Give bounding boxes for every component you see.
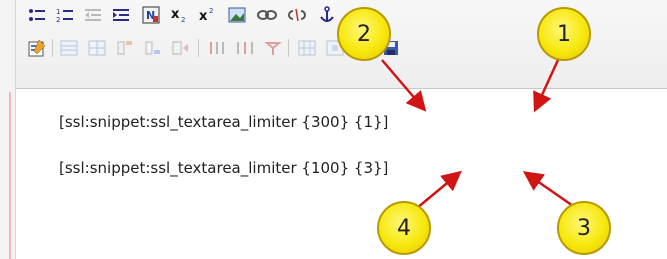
insert-col-icon[interactable] [168, 36, 194, 60]
svg-text:2: 2 [209, 7, 213, 15]
bulleted-list-icon[interactable] [24, 3, 50, 27]
svg-text:x: x [171, 7, 180, 22]
rich-text-editor: 12 N x2 x2 [ssl:snippet:ssl_textarea_lim… [0, 0, 667, 259]
table-props-icon[interactable] [84, 36, 110, 60]
link-icon[interactable] [254, 3, 280, 27]
gutter-accent [9, 92, 11, 259]
merge-icon[interactable] [204, 36, 230, 60]
split-icon[interactable] [232, 36, 258, 60]
toolbar-separator [52, 39, 53, 57]
table-grid-icon[interactable] [294, 36, 320, 60]
snippet-line-2: [ssl:snippet:ssl_textarea_limiter {100} … [59, 159, 389, 177]
svg-text:x: x [199, 9, 208, 24]
numbered-list-icon[interactable]: 12 [52, 3, 78, 27]
paste-word-icon[interactable]: N [138, 3, 164, 27]
edit-icon[interactable] [24, 36, 50, 60]
indent-icon[interactable] [108, 3, 134, 27]
snippet-line-1: [ssl:snippet:ssl_textarea_limiter {300} … [59, 113, 389, 131]
toolbar-separator [288, 39, 289, 57]
subscript-icon[interactable]: x2 [166, 3, 192, 27]
table-icon[interactable] [56, 36, 82, 60]
callout-4: 4 [377, 201, 431, 255]
callout-1: 1 [537, 7, 591, 61]
editor-left-gutter [0, 0, 16, 259]
callout-2: 2 [337, 7, 391, 61]
insert-row-icon[interactable] [112, 36, 138, 60]
delete-row-icon[interactable] [140, 36, 166, 60]
callout-3: 3 [557, 201, 611, 255]
outdent-icon[interactable] [80, 3, 106, 27]
superscript-icon[interactable]: x2 [194, 3, 220, 27]
svg-text:2: 2 [56, 16, 60, 23]
unlink-icon[interactable] [284, 3, 310, 27]
image-icon[interactable] [224, 3, 250, 27]
merge-cells-icon[interactable] [260, 36, 286, 60]
svg-text:1: 1 [56, 8, 60, 16]
anchor-icon[interactable] [314, 3, 340, 27]
svg-text:2: 2 [181, 16, 185, 24]
toolbar-separator [198, 39, 199, 57]
